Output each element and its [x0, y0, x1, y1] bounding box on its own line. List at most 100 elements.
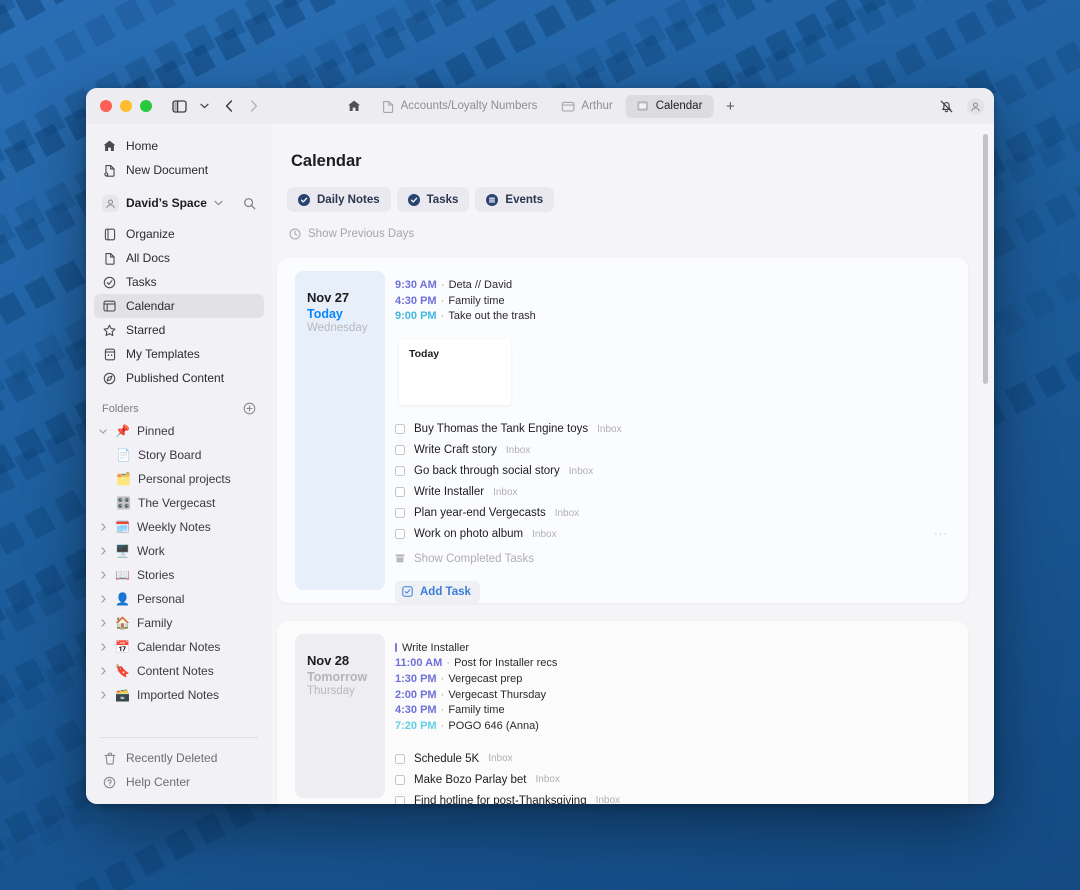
sidebar-item-new-document[interactable]: New Document: [94, 158, 264, 182]
chevron-right-icon[interactable]: [98, 571, 108, 579]
folder-stories[interactable]: 📖 Stories: [94, 563, 264, 587]
folder-family[interactable]: 🏠 Family: [94, 611, 264, 635]
event-row[interactable]: 2:00 PM · Vergecast Thursday: [395, 688, 968, 704]
day-date-column[interactable]: Nov 27 Today Wednesday: [295, 271, 385, 590]
folders-header-label: Folders: [102, 402, 139, 415]
folder-personal[interactable]: 👤 Personal: [94, 587, 264, 611]
chevron-right-icon[interactable]: [98, 619, 108, 627]
event-row[interactable]: 7:20 PM · POGO 646 (Anna): [395, 719, 968, 735]
day-events: 9:30 AM · Deta // David 4:30 PM · Family…: [395, 278, 968, 325]
event-row[interactable]: 4:30 PM · Family time: [395, 703, 968, 719]
vertical-scrollbar[interactable]: [983, 134, 988, 774]
maximize-button[interactable]: [140, 100, 152, 112]
folder-the-vergecast[interactable]: 🎛️ The Vergecast: [94, 491, 264, 515]
event-row[interactable]: 4:30 PM · Family time: [395, 294, 968, 310]
task-row[interactable]: Write Installer Inbox: [395, 482, 968, 503]
event-row[interactable]: 11:00 AM · Post for Installer recs: [395, 656, 968, 672]
task-row[interactable]: Find hotline for post-Thanksgiving Inbox: [395, 790, 968, 804]
task-checkbox[interactable]: [395, 508, 405, 519]
chevron-right-icon[interactable]: [98, 595, 108, 603]
task-row[interactable]: Go back through social story Inbox: [395, 461, 968, 482]
folder-content-notes[interactable]: 🔖 Content Notes: [94, 659, 264, 683]
main-scroll-area[interactable]: Calendar Daily Notes Tasks Events Show P…: [272, 124, 994, 804]
task-checkbox[interactable]: [395, 445, 405, 456]
add-task-button[interactable]: Add Task: [395, 580, 480, 603]
sidebar-item-calendar[interactable]: Calendar: [94, 294, 264, 318]
sidebar-item-tasks[interactable]: Tasks: [94, 270, 264, 294]
chevron-down-icon[interactable]: [98, 428, 108, 434]
search-icon[interactable]: [243, 197, 256, 210]
filter-chip-events[interactable]: Events: [475, 187, 555, 212]
close-button[interactable]: [100, 100, 112, 112]
task-checkbox[interactable]: [395, 753, 405, 764]
day-date-column[interactable]: Nov 28 Tomorrow Thursday: [295, 633, 385, 799]
sidebar-item-home[interactable]: Home: [94, 134, 264, 158]
clock-icon: [289, 228, 301, 240]
sidebar-item-organize[interactable]: Organize: [94, 222, 264, 246]
sidebar-options-chevron-down-icon[interactable]: [193, 95, 215, 117]
task-row[interactable]: Write Craft story Inbox: [395, 440, 968, 461]
sidebar-item-starred[interactable]: Starred: [94, 318, 264, 342]
sidebar-item-help-center[interactable]: Help Center: [94, 770, 264, 794]
show-completed-tasks-button[interactable]: Show Completed Tasks: [395, 548, 968, 570]
new-tab-button[interactable]: +: [719, 95, 741, 117]
tab-calendar[interactable]: Calendar: [625, 94, 714, 118]
new-tab-label: +: [726, 97, 735, 115]
tab-home[interactable]: [339, 95, 370, 118]
folder-weekly-notes[interactable]: 🗓️ Weekly Notes: [94, 515, 264, 539]
scrollbar-thumb[interactable]: [983, 134, 988, 384]
filter-chip-daily-notes[interactable]: Daily Notes: [287, 187, 391, 212]
sidebar-item-label: Tasks: [126, 275, 157, 289]
chevron-down-icon[interactable]: [214, 198, 223, 208]
plus-circle-icon[interactable]: [243, 402, 256, 415]
sidebar-item-recently-deleted[interactable]: Recently Deleted: [94, 746, 264, 770]
open-book-icon: 📖: [115, 568, 130, 582]
folder-personal-projects[interactable]: 🗂️ Personal projects: [94, 467, 264, 491]
folder-story-board[interactable]: 📄 Story Board: [94, 443, 264, 467]
new-document-icon: [102, 164, 117, 177]
tab-strip: Accounts/Loyalty Numbers Arthur Calendar…: [339, 94, 742, 118]
avatar[interactable]: [967, 97, 984, 115]
forward-button[interactable]: [243, 95, 265, 117]
task-row[interactable]: Schedule 5K Inbox: [395, 748, 968, 769]
chevron-right-icon[interactable]: [98, 523, 108, 531]
folder-calendar-notes[interactable]: 📅 Calendar Notes: [94, 635, 264, 659]
task-row[interactable]: Plan year-end Vergecasts Inbox: [395, 503, 968, 524]
chevron-right-icon[interactable]: [98, 691, 108, 699]
show-previous-days-button[interactable]: Show Previous Days: [289, 228, 968, 240]
sidebar-item-my-templates[interactable]: My Templates: [94, 342, 264, 366]
event-row[interactable]: 1:30 PM · Vergecast prep: [395, 672, 968, 688]
event-row[interactable]: 9:30 AM · Deta // David: [395, 278, 968, 294]
sidebar-toggle-icon[interactable]: [168, 95, 190, 117]
task-checkbox[interactable]: [395, 487, 405, 498]
task-checkbox[interactable]: [395, 795, 405, 804]
task-more-options-icon[interactable]: ···: [934, 528, 948, 540]
task-row[interactable]: Make Bozo Parlay bet Inbox: [395, 769, 968, 790]
chevron-right-icon[interactable]: [98, 667, 108, 675]
task-checkbox[interactable]: [395, 466, 405, 477]
chevron-right-icon[interactable]: [98, 643, 108, 651]
folder-pinned[interactable]: 📌 Pinned: [94, 419, 264, 443]
task-row[interactable]: Buy Thomas the Tank Engine toys Inbox: [395, 419, 968, 440]
event-row[interactable]: 9:00 PM · Take out the trash: [395, 309, 968, 325]
event-name: Family time: [448, 294, 505, 307]
back-button[interactable]: [218, 95, 240, 117]
task-checkbox[interactable]: [395, 529, 405, 540]
daily-note-card[interactable]: Today: [399, 338, 511, 405]
tab-arthur[interactable]: Arthur: [550, 95, 623, 118]
minimize-button[interactable]: [120, 100, 132, 112]
task-checkbox[interactable]: [395, 424, 405, 435]
task-checkbox[interactable]: [395, 774, 405, 785]
space-switcher[interactable]: David’s Space: [94, 190, 264, 216]
event-row-all-day[interactable]: Write Installer: [395, 641, 968, 657]
task-row[interactable]: Work on photo album Inbox ···: [395, 524, 968, 545]
tab-accounts-loyalty-numbers[interactable]: Accounts/Loyalty Numbers: [372, 95, 549, 118]
sidebar-item-all-docs[interactable]: All Docs: [94, 246, 264, 270]
filter-chip-tasks[interactable]: Tasks: [396, 187, 470, 212]
sidebar-item-label: My Templates: [126, 347, 200, 361]
sidebar-item-published-content[interactable]: Published Content: [94, 366, 264, 390]
bell-slash-icon[interactable]: [935, 95, 957, 117]
folder-work[interactable]: 🖥️ Work: [94, 539, 264, 563]
folder-imported-notes[interactable]: 🗃️ Imported Notes: [94, 683, 264, 707]
chevron-right-icon[interactable]: [98, 547, 108, 555]
